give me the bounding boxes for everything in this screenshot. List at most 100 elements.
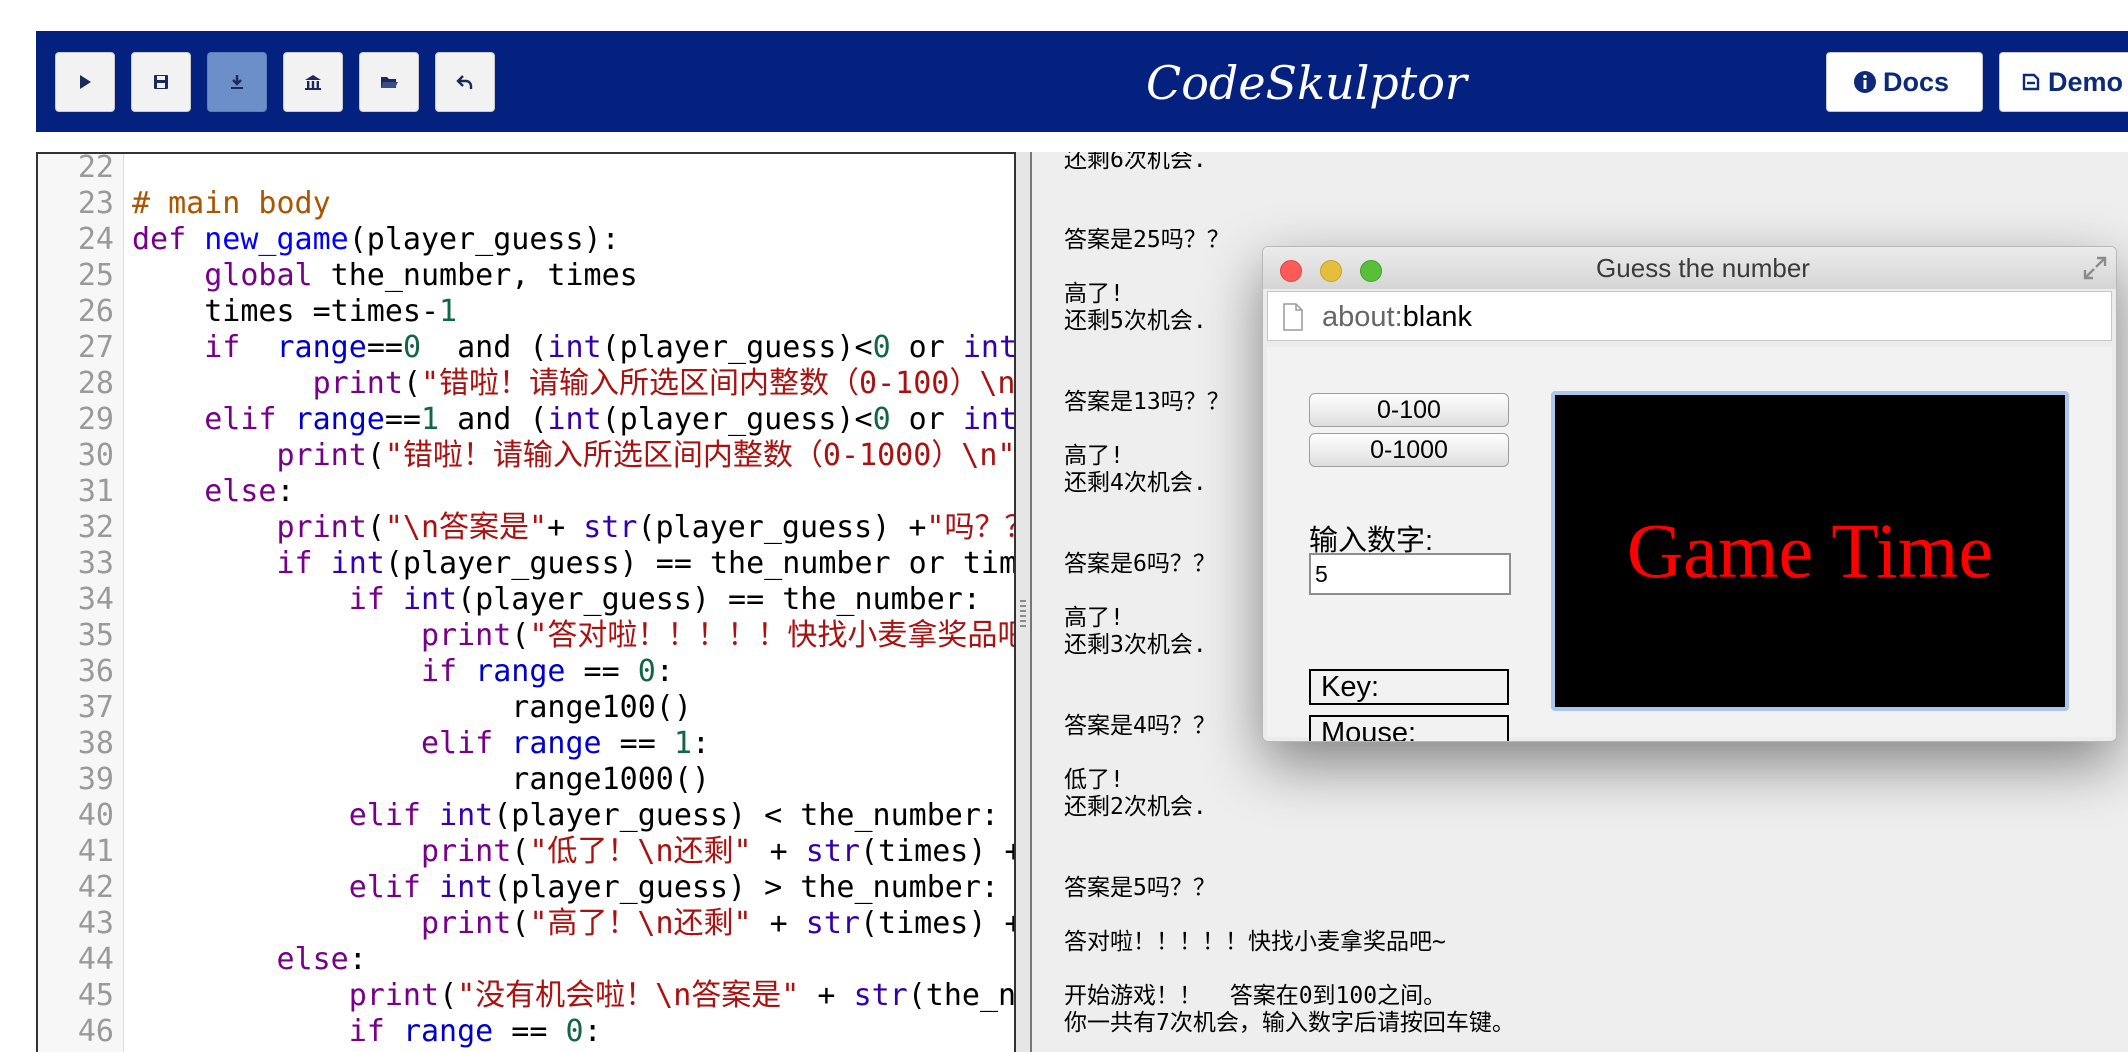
line-number: 26	[77, 294, 114, 329]
console-line: 答对啦！！！！！快找小麦拿奖品吧~	[1064, 929, 1446, 955]
key-status: Key:	[1309, 669, 1509, 705]
code-line: if range==0 and (int(player_guess)<0 or …	[204, 330, 1014, 365]
code-line: print("答对啦！！！！！快找小麦拿奖品吧~")	[420, 618, 1014, 653]
console-line: 还剩6次机会.	[1064, 152, 1207, 173]
code-line: print("没有机会啦！\n答案是" + str(the_number))	[348, 978, 1014, 1013]
demo-icon	[2020, 71, 2042, 93]
line-number: 33	[77, 546, 114, 581]
close-window-button[interactable]	[1280, 260, 1302, 282]
popup-titlebar[interactable]: Guess the number	[1263, 247, 2116, 289]
line-number: 25	[77, 258, 114, 293]
splitter-grip[interactable]	[1020, 600, 1026, 628]
line-number: 32	[77, 510, 114, 545]
console-line: 还剩4次机会.	[1064, 470, 1207, 496]
line-number: 42	[77, 870, 114, 905]
range-0-100-button[interactable]: 0-100	[1309, 393, 1509, 427]
code-line: elif range == 1:	[420, 726, 710, 761]
range-0-1000-button[interactable]: 0-1000	[1309, 433, 1509, 467]
guess-input[interactable]: 5	[1309, 553, 1511, 595]
console-line: 答案是25吗？？	[1064, 227, 1230, 253]
code-line: print("\n答案是"+ str(player_guess) +"吗？？")	[276, 510, 1015, 545]
line-number: 29	[77, 402, 114, 437]
code-line: global the_number, times	[204, 258, 638, 293]
mouse-status: Mouse:	[1309, 715, 1509, 741]
console-line: 还剩3次机会.	[1064, 632, 1207, 658]
url-path: blank	[1402, 301, 1472, 333]
save-icon	[154, 75, 168, 89]
code-line: if range == 0:	[348, 1014, 602, 1049]
line-number: 23	[77, 186, 114, 221]
line-number: 41	[77, 834, 114, 869]
minimize-window-button[interactable]	[1320, 260, 1342, 282]
download-icon	[231, 75, 243, 89]
code-line: elif int(player_guess) < the_number:	[348, 798, 999, 833]
url-scheme: about:	[1322, 301, 1403, 333]
play-icon	[80, 75, 91, 89]
expand-icon[interactable]	[2080, 253, 2110, 283]
line-number: 43	[77, 906, 114, 941]
line-number: 22	[77, 152, 114, 185]
code-token: # main body	[132, 186, 331, 221]
code-line: if int(player_guess) == the_number or ti…	[276, 546, 1015, 581]
line-number: 30	[77, 438, 114, 473]
popup-title: Guess the number	[1596, 253, 1810, 283]
canvas-text: Game Time	[1626, 507, 1994, 594]
code-line: elif int(player_guess) > the_number:	[348, 870, 999, 905]
demos-button[interactable]: Demo	[1999, 52, 2128, 112]
line-number: 28	[77, 366, 114, 401]
line-number: 36	[77, 654, 114, 689]
download-button[interactable]	[207, 52, 267, 112]
console-line: 你一共有7次机会，输入数字后请按回车键。	[1064, 1010, 1515, 1036]
code-line: print("低了！\n还剩" + str(times) + "次机会.")	[420, 834, 1014, 869]
code-line: range100()	[132, 690, 692, 725]
reset-button[interactable]	[435, 52, 495, 112]
url-text: about:blank	[1322, 292, 1472, 342]
line-number: 44	[77, 942, 114, 977]
line-number-gutter: 22 23 24 25 26 27 28 29 30 31 32 33 34 3…	[38, 154, 124, 1052]
code-line: print("高了！\n还剩" + str(times) + "次机会.")	[420, 906, 1014, 941]
docs-label: Docs	[1883, 66, 1950, 97]
undo-icon	[456, 75, 473, 89]
code-line: # main body	[132, 186, 331, 222]
game-frame: 0-100 0-1000 输入数字: 5 Key: Mouse: Game Ti…	[1267, 347, 2112, 741]
page-icon	[1283, 303, 1303, 331]
line-number: 38	[77, 726, 114, 761]
url-bar[interactable]: about:blank	[1267, 291, 2112, 341]
open-button[interactable]	[359, 52, 419, 112]
code-line: if range == 0:	[420, 654, 674, 689]
zoom-window-button[interactable]	[1360, 260, 1382, 282]
code-line: range1000()	[132, 762, 710, 797]
header-bar: CodeSkulptor Docs Demo	[36, 31, 2128, 132]
console-line: 还剩2次机会.	[1064, 794, 1207, 820]
console-line: 答案是13吗？？	[1064, 389, 1230, 415]
line-number: 27	[77, 330, 114, 365]
console-line: 答案是4吗？？	[1064, 713, 1216, 739]
code-line: else:	[204, 474, 295, 509]
line-number: 35	[77, 618, 114, 653]
code-line: elif range==1 and (int(player_guess)<0 o…	[204, 402, 1014, 437]
archive-button[interactable]	[283, 52, 343, 112]
code-line: print("错啦！请输入所选区间内整数（0-100）\n")	[312, 366, 1014, 401]
code-line: times =times-1	[132, 294, 458, 329]
code-editor[interactable]: 22 23 24 25 26 27 28 29 30 31 32 33 34 3…	[36, 152, 1014, 1052]
line-number: 24	[77, 222, 114, 257]
pane-splitter[interactable]	[1014, 152, 1032, 1052]
info-icon	[1853, 70, 1877, 94]
archive-icon	[305, 75, 321, 90]
line-number: 34	[77, 582, 114, 617]
line-number: 40	[77, 798, 114, 833]
docs-button[interactable]: Docs	[1826, 52, 1983, 112]
run-button[interactable]	[55, 52, 115, 112]
console-line: 高了!	[1064, 443, 1124, 469]
game-popup-window: Guess the number about:blank 0-100 0-100…	[1262, 246, 2117, 742]
app-title: CodeSkulptor	[1146, 56, 1467, 110]
console-line: 低了!	[1064, 767, 1124, 793]
save-button[interactable]	[131, 52, 191, 112]
console-line: 开始游戏！！ 答案在0到100之间。	[1064, 983, 1447, 1009]
code-line: if int(player_guess) == the_number:	[348, 582, 981, 617]
line-number: 39	[77, 762, 114, 797]
game-canvas[interactable]: Game Time	[1551, 391, 2069, 711]
console-line: 高了!	[1064, 605, 1124, 631]
line-number: 45	[77, 978, 114, 1013]
console-line: 高了!	[1064, 281, 1124, 307]
